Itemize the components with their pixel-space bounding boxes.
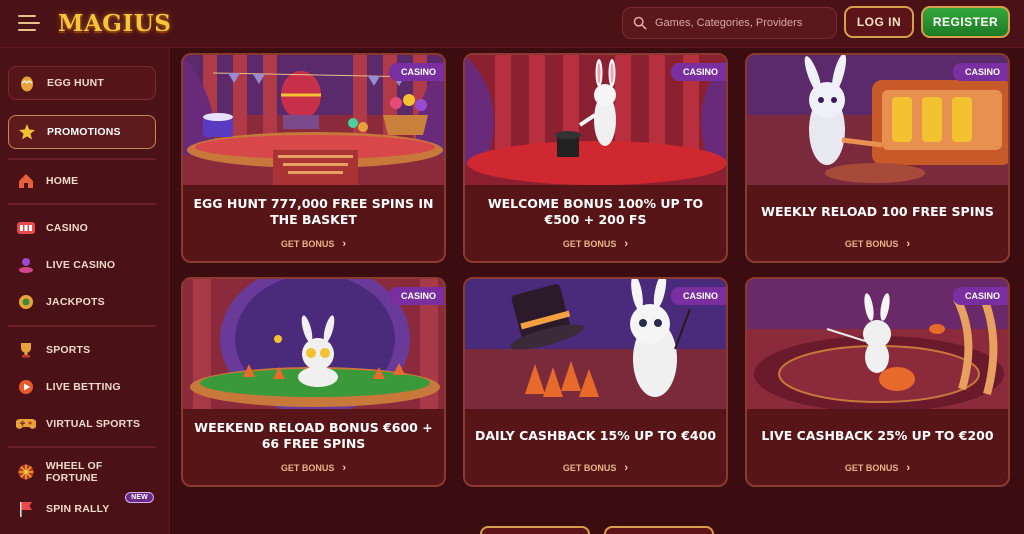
sidebar-divider — [8, 325, 156, 327]
sidebar-item-label: HOME — [46, 175, 79, 187]
casino-badge: CASINO — [388, 287, 444, 305]
sidebar-item-spin-rally[interactable]: SPIN RALLY NEW — [8, 492, 156, 526]
get-bonus-label: GET BONUS — [844, 239, 899, 249]
sidebar-item-live-betting[interactable]: LIVE BETTING — [8, 370, 156, 404]
get-bonus-link[interactable]: GET BONUS › — [183, 461, 444, 475]
flag-icon — [16, 499, 36, 519]
promo-card-weekend-reload[interactable]: CASINO WEEKEND RELOAD BONUS €600 + 66 FR… — [181, 277, 446, 487]
house-icon — [16, 171, 36, 191]
croupier-icon — [16, 255, 36, 275]
jackpot-icon — [16, 292, 36, 312]
sidebar-item-label: JACKPOTS — [46, 296, 105, 308]
chevron-right-icon: › — [624, 462, 629, 474]
sidebar-item-wheel-of-fortune[interactable]: WHEEL OF FORTUNE — [8, 455, 156, 489]
promo-card-live-cashback[interactable]: CASINO LIVE CASHBACK 25% UP TO €200 GET … — [745, 277, 1010, 487]
sidebar-item-home[interactable]: HOME — [8, 164, 156, 198]
bottom-button-right[interactable] — [604, 526, 714, 534]
promo-title: EGG HUNT 777,000 FREE SPINS IN THE BASKE… — [193, 196, 434, 227]
promo-card-weekly-reload[interactable]: CASINO WEEKLY RELOAD 100 FREE SPINS GET … — [745, 53, 1010, 263]
top-header: MAGIUS LOG IN REGISTER — [0, 0, 1024, 48]
trophy-icon — [16, 340, 36, 360]
sidebar-item-label: WHEEL OF FORTUNE — [45, 460, 103, 484]
sidebar-item-jackpots[interactable]: JACKPOTS — [8, 285, 156, 319]
sidebar-item-label: PROMOTIONS — [47, 126, 121, 138]
get-bonus-link[interactable]: GET BONUS › — [465, 461, 726, 475]
sidebar-item-promotions[interactable]: PROMOTIONS — [8, 115, 156, 149]
bottom-button-left[interactable] — [480, 526, 590, 534]
new-badge: NEW — [125, 492, 154, 503]
casino-badge: CASINO — [388, 63, 444, 81]
promo-card-daily-cashback[interactable]: CASINO DAILY CASHBACK 15% UP TO €400 GET… — [463, 277, 728, 487]
get-bonus-link[interactable]: GET BONUS › — [747, 461, 1008, 475]
promo-title: WEEKLY RELOAD 100 FREE SPINS — [761, 204, 994, 219]
chevron-right-icon: › — [906, 462, 911, 474]
gamepad-icon — [16, 414, 36, 434]
sidebar-item-label: EGG HUNT — [47, 77, 105, 89]
sidebar-item-label: CASINO — [46, 222, 89, 234]
get-bonus-label: GET BONUS — [844, 463, 899, 473]
get-bonus-label: GET BONUS — [280, 463, 335, 473]
menu-icon[interactable] — [18, 15, 40, 31]
star-icon — [17, 122, 37, 142]
sidebar-item-live-casino[interactable]: LIVE CASINO — [8, 248, 156, 282]
promo-title: DAILY CASHBACK 15% UP TO €400 — [474, 428, 717, 443]
search-icon — [633, 16, 647, 30]
sidebar: EGG HUNT PROMOTIONS HOME CASINO LIVE CAS… — [0, 48, 170, 534]
slot-icon — [16, 218, 36, 238]
sidebar-divider — [8, 446, 156, 448]
chevron-right-icon: › — [906, 238, 911, 250]
promo-card-egg-hunt[interactable]: CASINO EGG HUNT 777,000 FREE SPINS IN TH… — [181, 53, 446, 263]
sidebar-item-casino[interactable]: CASINO — [8, 211, 156, 245]
live-betting-icon — [16, 377, 36, 397]
get-bonus-link[interactable]: GET BONUS › — [747, 237, 1008, 251]
promo-title: WEEKEND RELOAD BONUS €600 + 66 FREE SPIN… — [194, 420, 433, 451]
sidebar-item-virtual-sports[interactable]: VIRTUAL SPORTS — [8, 407, 156, 441]
get-bonus-label: GET BONUS — [562, 239, 617, 249]
sidebar-item-egg-hunt[interactable]: EGG HUNT — [8, 66, 156, 100]
wheel-icon — [16, 462, 36, 482]
sidebar-item-label: SPORTS — [46, 344, 91, 356]
chevron-right-icon: › — [342, 238, 347, 250]
casino-badge: CASINO — [952, 63, 1008, 81]
sidebar-divider — [8, 203, 156, 205]
casino-badge: CASINO — [670, 63, 726, 81]
get-bonus-label: GET BONUS — [562, 463, 617, 473]
sidebar-item-label: LIVE BETTING — [46, 381, 121, 393]
casino-badge: CASINO — [670, 287, 726, 305]
get-bonus-link[interactable]: GET BONUS › — [183, 237, 444, 251]
egg-icon — [17, 73, 37, 93]
casino-badge: CASINO — [952, 287, 1008, 305]
search-bar[interactable] — [622, 7, 837, 39]
register-button[interactable]: REGISTER — [921, 6, 1010, 38]
sidebar-item-label: LIVE CASINO — [46, 259, 116, 271]
login-button[interactable]: LOG IN — [844, 6, 914, 38]
sidebar-item-label: VIRTUAL SPORTS — [46, 418, 141, 430]
sidebar-divider — [8, 158, 156, 160]
promo-title: WELCOME BONUS 100% UP TO €500 + 200 FS — [487, 196, 704, 227]
get-bonus-label: GET BONUS — [280, 239, 335, 249]
sidebar-item-label: SPIN RALLY — [46, 503, 110, 515]
chevron-right-icon: › — [342, 462, 347, 474]
search-input[interactable] — [655, 17, 835, 29]
get-bonus-link[interactable]: GET BONUS › — [465, 237, 726, 251]
sidebar-item-sports[interactable]: SPORTS — [8, 333, 156, 367]
chevron-right-icon: › — [624, 238, 629, 250]
promo-card-welcome-bonus[interactable]: CASINO WELCOME BONUS 100% UP TO €500 + 2… — [463, 53, 728, 263]
site-logo[interactable]: MAGIUS — [58, 8, 171, 40]
promo-title: LIVE CASHBACK 25% UP TO €200 — [761, 428, 994, 443]
